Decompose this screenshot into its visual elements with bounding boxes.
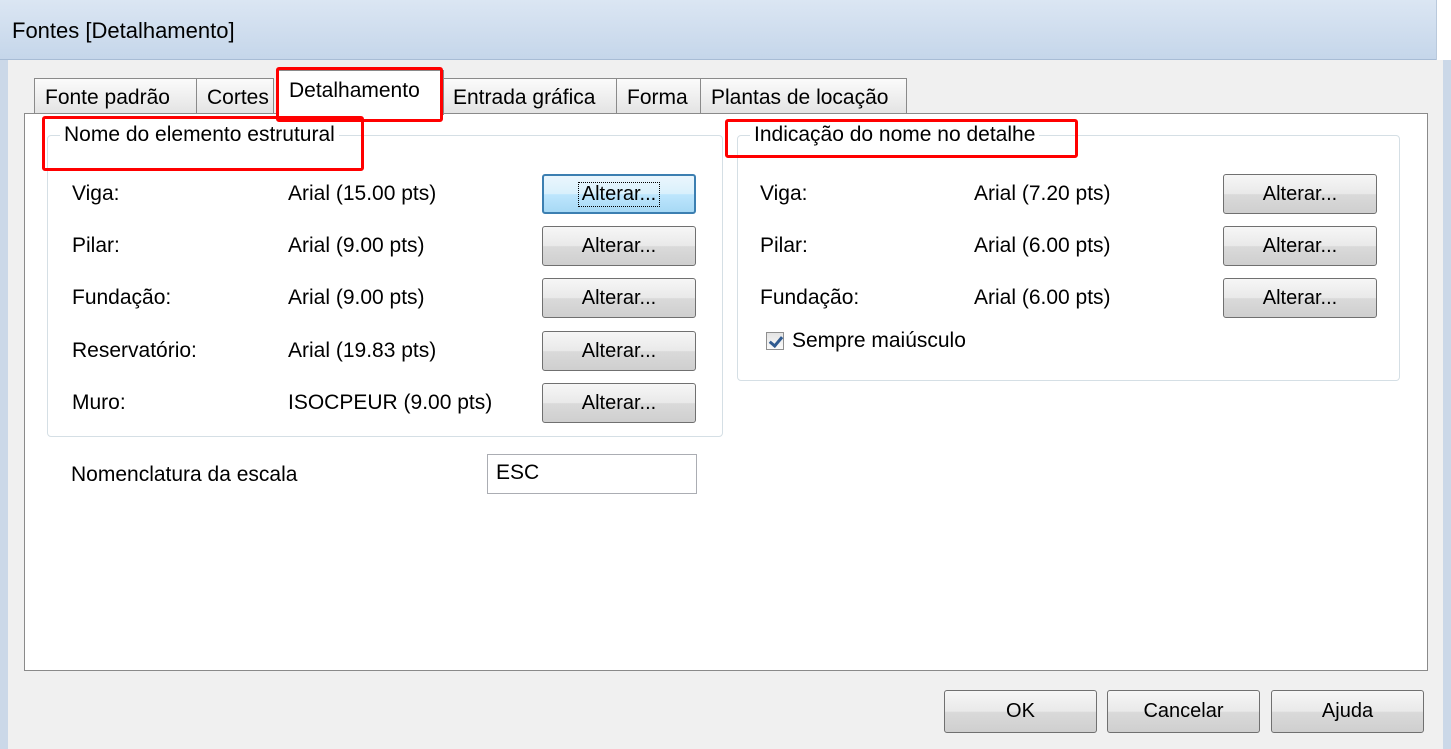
- value-pilar: Arial (6.00 pts): [974, 234, 1111, 257]
- label-viga: Viga:: [760, 182, 808, 205]
- value-viga: Arial (15.00 pts): [288, 182, 437, 205]
- window-title: Fontes [Detalhamento]: [12, 18, 235, 43]
- tab-label: Forma: [627, 86, 688, 109]
- label-reservatorio: Reservatório:: [72, 339, 197, 362]
- tab-label: Fonte padrão: [45, 86, 170, 109]
- tab-entrada-grafica[interactable]: Entrada gráfica: [442, 78, 617, 114]
- group-indicacao-nome-detalhe: Indicação do nome no detalhe Viga: Arial…: [737, 123, 1400, 381]
- group-legend: Nome do elemento estrutural: [60, 123, 339, 147]
- alterar-muro-button[interactable]: Alterar...: [542, 383, 696, 423]
- tab-plantas-de-locacao[interactable]: Plantas de locação: [700, 78, 907, 114]
- alterar-pilar-button[interactable]: Alterar...: [542, 226, 696, 266]
- checkbox-label[interactable]: Sempre maiúsculo: [792, 329, 966, 353]
- alterar-pilar-detalhe-button[interactable]: Alterar...: [1223, 226, 1377, 266]
- label-muro: Muro:: [72, 391, 126, 414]
- tab-label: Detalhamento: [289, 79, 420, 102]
- tab-panel-detalhamento: Nome do elemento estrutural Viga: Arial …: [24, 113, 1428, 671]
- value-fundacao: Arial (6.00 pts): [974, 286, 1111, 309]
- label-pilar: Pilar:: [760, 234, 808, 257]
- tab-label: Plantas de locação: [711, 86, 889, 109]
- tab-label: Entrada gráfica: [453, 86, 596, 109]
- ok-button[interactable]: OK: [944, 690, 1097, 733]
- alterar-fundacao-button[interactable]: Alterar...: [542, 278, 696, 318]
- label-pilar: Pilar:: [72, 234, 120, 257]
- label-viga: Viga:: [72, 182, 120, 205]
- label-nomenclatura-escala: Nomenclatura da escala: [71, 463, 298, 486]
- alterar-fundacao-detalhe-button[interactable]: Alterar...: [1223, 278, 1377, 318]
- tab-label: Cortes: [207, 86, 269, 109]
- group-nome-elemento-estrutural: Nome do elemento estrutural Viga: Arial …: [47, 123, 723, 437]
- window-frame-left: [0, 60, 8, 749]
- tab-fonte-padrao[interactable]: Fonte padrão: [34, 78, 197, 114]
- alterar-reservatorio-button[interactable]: Alterar...: [542, 331, 696, 371]
- nomenclatura-escala-input[interactable]: ESC: [487, 454, 697, 494]
- sempre-maiusculo-checkbox[interactable]: [766, 332, 784, 350]
- value-pilar: Arial (9.00 pts): [288, 234, 425, 257]
- cancel-button[interactable]: Cancelar: [1107, 690, 1260, 733]
- tab-forma[interactable]: Forma: [616, 78, 701, 114]
- title-bar: Fontes [Detalhamento]: [0, 0, 1451, 60]
- help-button[interactable]: Ajuda: [1271, 690, 1424, 733]
- label-fundacao: Fundação:: [760, 286, 860, 309]
- label-fundacao: Fundação:: [72, 286, 172, 309]
- group-legend: Indicação do nome no detalhe: [750, 123, 1040, 147]
- alterar-viga-button[interactable]: Alterar...: [542, 174, 696, 214]
- alterar-viga-detalhe-button[interactable]: Alterar...: [1223, 174, 1377, 214]
- title-bar-edge: [1436, 0, 1451, 60]
- tab-cortes[interactable]: Cortes: [196, 78, 274, 114]
- tab-detalhamento[interactable]: Detalhamento: [278, 70, 444, 115]
- value-fundacao: Arial (9.00 pts): [288, 286, 425, 309]
- value-muro: ISOCPEUR (9.00 pts): [288, 391, 493, 414]
- value-viga: Arial (7.20 pts): [974, 182, 1111, 205]
- window-frame-right: [1443, 60, 1451, 749]
- value-reservatorio: Arial (19.83 pts): [288, 339, 437, 362]
